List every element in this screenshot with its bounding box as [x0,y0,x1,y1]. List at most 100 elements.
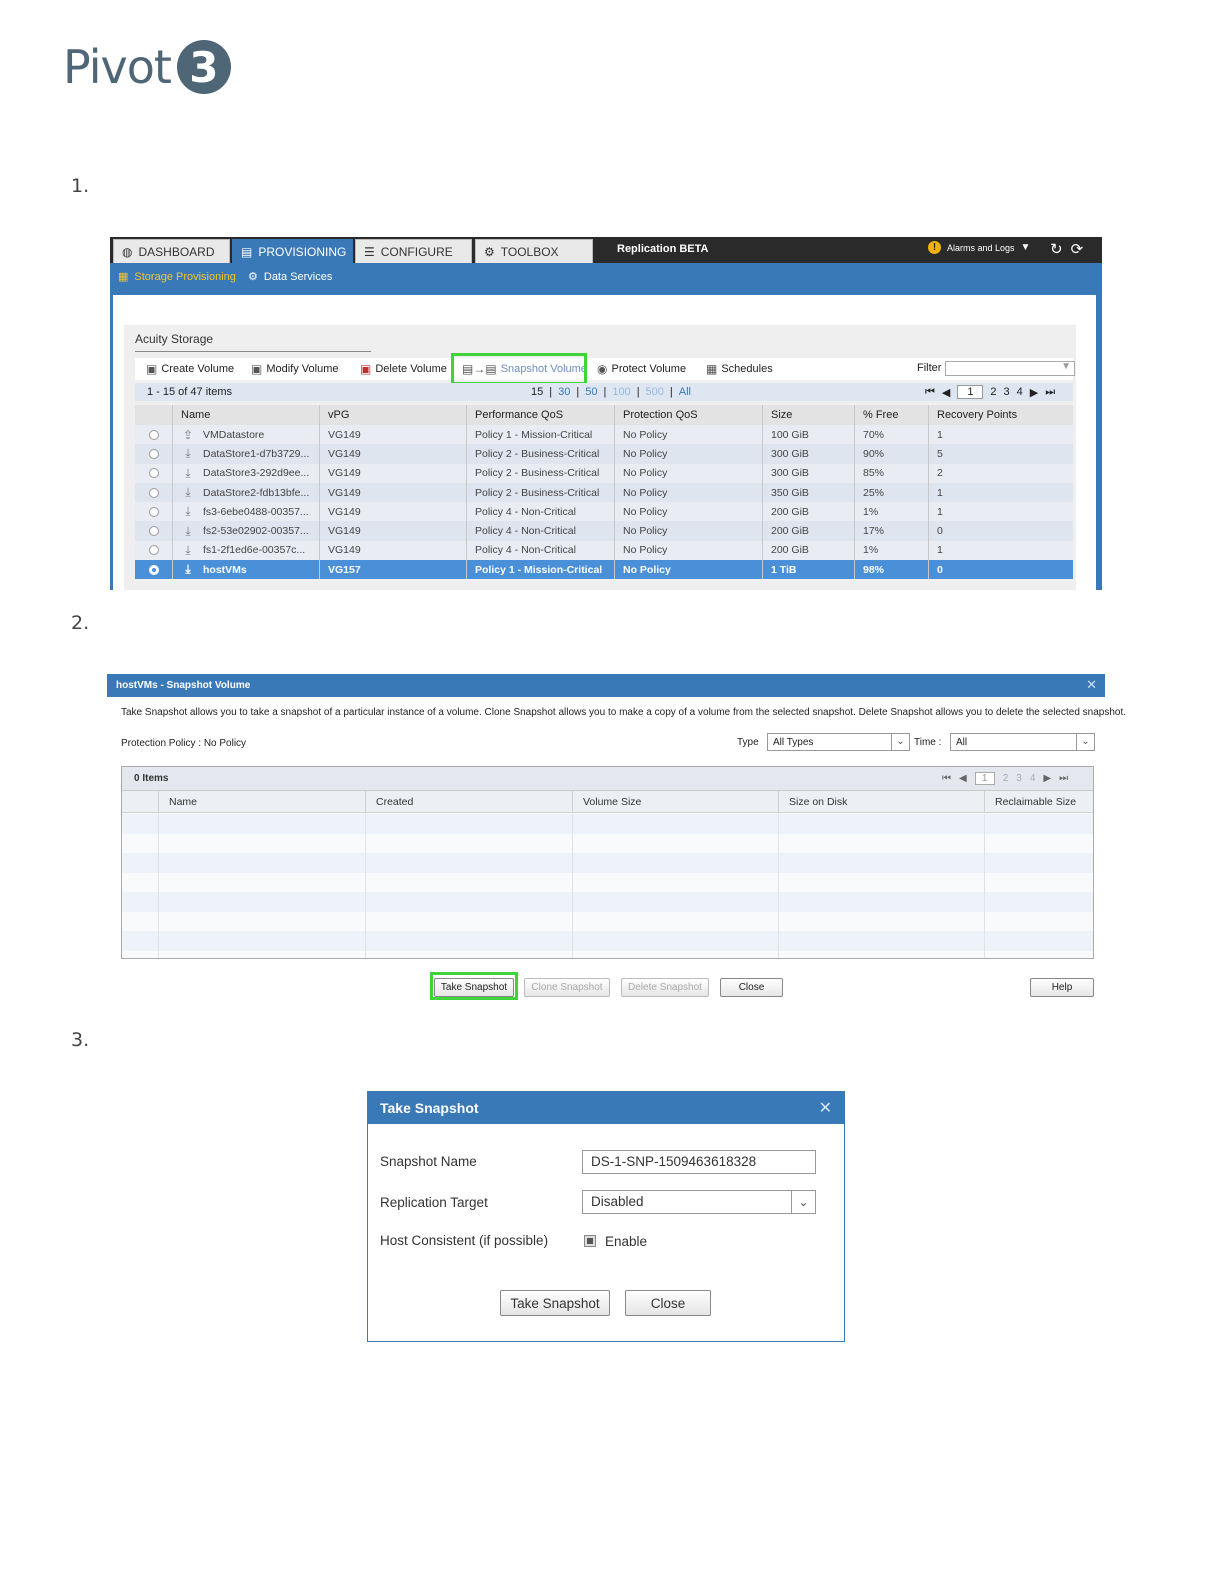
protect-volume-button[interactable]: ◉ Protect Volume [597,362,686,376]
header-vpg[interactable]: vPG [320,405,467,425]
logout-icon[interactable]: ⟳ [1071,240,1084,258]
page-size-all[interactable]: All [679,386,691,398]
help-button[interactable]: Help [1030,978,1094,997]
first-page-icon[interactable]: ⏮ [925,386,935,399]
replication-target-select[interactable]: Disabled ⌄ [582,1190,816,1214]
toolbox-icon: ⚙ [484,244,495,259]
close-icon[interactable]: ✕ [1086,677,1097,693]
page-3-link[interactable]: 3 [1016,773,1022,784]
database-icon: ▦ [118,271,129,283]
tab-provisioning-label: PROVISIONING [258,244,347,259]
type-select[interactable]: All Types ⌄ [767,733,910,751]
header-size-on-disk[interactable]: Size on Disk [779,791,985,812]
take-snapshot-dialog: Take Snapshot ✕ Snapshot Name DS-1-SNP-1… [367,1091,845,1342]
snapshot-name-input[interactable]: DS-1-SNP-1509463618328 [582,1150,816,1174]
replication-beta-link[interactable]: Replication BETA [617,243,708,255]
page-2-link[interactable]: 2 [990,386,996,398]
cell-size: 1 TiB [763,560,855,580]
close-button[interactable]: Close [625,1290,711,1316]
page-4-link[interactable]: 4 [1017,386,1023,398]
header-recovery-points[interactable]: Recovery Points [929,405,1073,425]
close-icon[interactable]: ✕ [819,1098,832,1118]
delete-volume-button[interactable]: ▣ Delete Volume [360,362,447,376]
tab-configure-label: CONFIGURE [380,244,453,259]
row-radio[interactable] [148,526,159,537]
modify-volume-button[interactable]: ▣ Modify Volume [251,362,339,376]
header-size[interactable]: Size [763,405,855,425]
header-reclaimable-size[interactable]: Reclaimable Size [985,791,1093,812]
last-page-icon[interactable]: ⏭ [1045,386,1055,399]
take-snapshot-button[interactable]: Take Snapshot [500,1290,610,1316]
create-volume-button[interactable]: ▣ Create Volume [146,362,234,376]
row-radio[interactable] [148,564,159,575]
page-2-link[interactable]: 2 [1003,773,1009,784]
filter-icon: ▼ [1061,361,1071,372]
table-row[interactable]: ⤓ fs2-53e02902-00357... VG149 Policy 4 - No… [135,521,1073,541]
page-size-30[interactable]: 30 [558,386,570,398]
filter-input[interactable]: ▼ [945,361,1075,376]
prev-page-icon[interactable]: ◀ [959,773,967,784]
delete-snapshot-button[interactable]: Delete Snapshot [621,978,709,997]
cell-text: VMDatastore [203,428,265,441]
empty-cell [573,950,779,958]
page-size-500[interactable]: 500 [646,386,664,398]
page-size-100[interactable]: 100 [612,386,630,398]
header-name[interactable]: Name [173,405,320,425]
tab-configure[interactable]: ☰ CONFIGURE [355,239,472,263]
table-row[interactable]: ⤓ fs3-6ebe0488-00357... VG149 Policy 4 - No… [135,502,1073,522]
table-row[interactable]: ⤓ DataStore2-fdb13bfe... VG149 Policy 2 - B… [135,482,1073,503]
header-name[interactable]: Name [159,791,366,812]
current-page-input[interactable]: 1 [957,385,984,399]
tab-dashboard[interactable]: ◍ DASHBOARD [113,239,230,263]
protect-volume-label: Protect Volume [611,363,687,375]
header-free[interactable]: % Free [855,405,929,425]
current-page-input[interactable]: 1 [974,772,995,785]
row-radio[interactable] [148,448,159,459]
schedules-button[interactable]: ▦ Schedules [706,362,773,376]
table-row[interactable]: ⇪ VMDatastore VG149 Policy 1 - Mission-Crit… [135,425,1073,445]
header-protection-qos[interactable]: Protection QoS [615,405,763,425]
row-radio[interactable] [148,506,159,517]
table-row[interactable]: ⤓ DataStore1-d7b3729... VG149 Policy 2 - Bu… [135,444,1073,464]
tab-provisioning[interactable]: ▤ PROVISIONING [232,239,353,263]
prev-page-icon[interactable]: ◀ [942,386,950,399]
cell-text: No Policy [623,467,668,480]
table-row[interactable]: ⤓ fs1-2f1ed6e-00357c... VG149 Policy 4 - No… [135,540,1073,561]
tab-toolbox[interactable]: ⚙ TOOLBOX [475,239,593,263]
enable-checkbox[interactable] [584,1235,596,1247]
cell-text: 1 [937,544,943,557]
alarms-label: Alarms and Logs [947,242,1015,253]
refresh-icon[interactable]: ↻ [1050,240,1063,258]
header-created[interactable]: Created [366,791,573,812]
page-size-15[interactable]: 15 [531,386,543,398]
cell-text: DataStore2-fdb13bfe... [203,486,310,499]
header-volume-size[interactable]: Volume Size [573,791,779,812]
table-body: ⇪ VMDatastore VG149 Policy 1 - Mission-Crit… [135,425,1073,580]
sub-data-services[interactable]: ⚙ Data Services [248,270,332,284]
header-performance-qos[interactable]: Performance QoS [467,405,615,425]
row-radio[interactable] [148,468,159,479]
cell-vpg: VG149 [320,425,467,445]
first-page-icon[interactable]: ⏮ [942,773,951,784]
clone-snapshot-button[interactable]: Clone Snapshot [524,978,610,997]
row-radio[interactable] [148,545,159,556]
table-row[interactable]: ⤓ hostVMs VG157 Policy 1 - Mission-Critical… [135,560,1073,580]
close-button[interactable]: Close [720,978,783,997]
next-page-icon[interactable]: ▶ [1030,386,1038,399]
time-select[interactable]: All ⌄ [950,733,1095,751]
next-page-icon[interactable]: ▶ [1043,773,1051,784]
table-row[interactable]: ⤓ DataStore3-292d9ee... VG149 Policy 2 - Bu… [135,463,1073,483]
empty-cell [159,931,366,951]
row-radio[interactable] [148,429,159,440]
last-page-icon[interactable]: ⏭ [1059,773,1068,784]
row-radio[interactable] [148,487,159,498]
empty-cell [573,833,779,853]
create-volume-icon: ▣ [146,362,158,376]
page-3-link[interactable]: 3 [1004,386,1010,398]
empty-cell [366,872,573,892]
page-size-50[interactable]: 50 [585,386,597,398]
sub-storage-provisioning[interactable]: ▦ Storage Provisioning [118,270,236,284]
page-4-link[interactable]: 4 [1030,773,1036,784]
alarms-and-logs[interactable]: ! Alarms and Logs ▼ [928,241,1030,254]
empty-cell [366,833,573,853]
